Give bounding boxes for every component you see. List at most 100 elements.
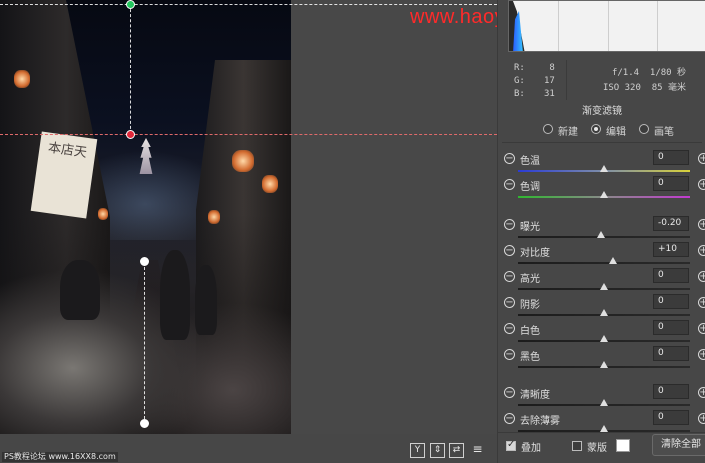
mode-edit-radio[interactable] xyxy=(591,124,601,134)
plus-icon[interactable]: + xyxy=(698,271,705,282)
gradient-start-line[interactable] xyxy=(0,4,497,5)
panel-footer: 叠加 蒙版 清除全部 xyxy=(498,432,705,463)
footer-credit: PS教程论坛 www.16XX8.com xyxy=(2,452,118,462)
camera-info: f/1.4 1/80 秒 ISO 320 85 毫米 xyxy=(603,66,686,96)
minus-icon[interactable]: − xyxy=(504,245,515,256)
mode-edit-label[interactable]: 编辑 xyxy=(606,123,626,138)
gradient-start-pin[interactable] xyxy=(126,0,135,9)
iso: ISO 320 xyxy=(602,83,641,93)
person xyxy=(160,250,190,340)
minus-icon[interactable]: − xyxy=(504,153,515,164)
plus-icon[interactable]: + xyxy=(698,323,705,334)
adjust-icon[interactable]: ≡ xyxy=(470,443,485,458)
slider-label: 高光 xyxy=(520,274,540,285)
slider-track[interactable] xyxy=(518,262,690,264)
plus-icon[interactable]: + xyxy=(698,297,705,308)
focal-length: 85 毫米 xyxy=(651,83,686,93)
minus-icon[interactable]: − xyxy=(504,219,515,230)
overlay-checkbox[interactable] xyxy=(506,439,516,451)
minus-icon[interactable]: − xyxy=(504,387,515,398)
slider-value-input[interactable]: 0 xyxy=(653,320,689,335)
slider-blacks: − 黑色 0 + xyxy=(498,346,705,372)
slider-thumb[interactable] xyxy=(600,425,608,432)
slider-value-input[interactable]: 0 xyxy=(653,294,689,309)
clear-all-button[interactable]: 清除全部 xyxy=(652,434,705,456)
histogram-fill xyxy=(509,1,705,51)
r-label: R: xyxy=(514,63,525,73)
mask-color-swatch[interactable] xyxy=(616,439,630,452)
slider-value-input[interactable]: -0.20 xyxy=(653,216,689,231)
y-icon[interactable]: Y xyxy=(410,443,425,458)
histogram-gridline xyxy=(608,1,609,51)
slider-exposure: − 曝光 -0.20 + xyxy=(498,216,705,242)
readout-divider xyxy=(566,60,567,100)
slider-thumb[interactable] xyxy=(600,361,608,368)
mask-label[interactable]: 蒙版 xyxy=(587,439,607,454)
slider-label: 去除薄雾 xyxy=(520,416,560,427)
minus-icon[interactable]: − xyxy=(504,297,515,308)
slider-clarity: − 清晰度 0 + xyxy=(498,384,705,410)
mode-brush-label[interactable]: 画笔 xyxy=(654,123,674,138)
slider-value-input[interactable]: 0 xyxy=(653,410,689,425)
slider-value-input[interactable]: +10 xyxy=(653,242,689,257)
minus-icon[interactable]: − xyxy=(504,349,515,360)
overlay-label[interactable]: 叠加 xyxy=(521,439,541,454)
flip-icon[interactable]: ⇕ xyxy=(430,443,445,458)
g-value: 17 xyxy=(544,76,555,86)
lantern xyxy=(262,175,278,193)
slider-label: 对比度 xyxy=(520,248,550,259)
slider-label: 色调 xyxy=(520,182,540,193)
gradient-center-line[interactable] xyxy=(130,4,131,134)
slider-value-input[interactable]: 0 xyxy=(653,268,689,283)
gradient-handle-pin[interactable] xyxy=(140,419,149,428)
slider-thumb[interactable] xyxy=(600,335,608,342)
b-label: B: xyxy=(514,89,525,99)
slider-highlights: − 高光 0 + xyxy=(498,268,705,294)
plus-icon[interactable]: + xyxy=(698,219,705,230)
r-value: 8 xyxy=(549,63,555,73)
slider-thumb[interactable] xyxy=(596,231,605,238)
panel-title: 渐变滤镜 xyxy=(582,106,622,117)
gradient-end-line[interactable] xyxy=(0,134,497,135)
slider-value-input[interactable]: 0 xyxy=(653,384,689,399)
slider-thumb[interactable] xyxy=(600,399,608,406)
plus-icon[interactable]: + xyxy=(698,413,705,424)
minus-icon[interactable]: − xyxy=(504,323,515,334)
gradient-end-pin[interactable] xyxy=(126,130,135,139)
minus-icon[interactable]: − xyxy=(504,271,515,282)
mode-brush-radio[interactable] xyxy=(639,124,649,134)
swap-icon[interactable]: ⇄ xyxy=(449,443,464,458)
mode-new-radio[interactable] xyxy=(543,124,553,134)
slider-thumb[interactable] xyxy=(600,191,608,198)
mask-checkbox[interactable] xyxy=(572,441,582,451)
plus-icon[interactable]: + xyxy=(698,245,705,256)
photo-preview[interactable]: 本店天 xyxy=(0,0,291,434)
plus-icon[interactable]: + xyxy=(698,153,705,164)
slider-thumb[interactable] xyxy=(600,309,608,316)
gradient-center-line[interactable] xyxy=(144,262,145,424)
gradient-handle-pin[interactable] xyxy=(140,257,149,266)
minus-icon[interactable]: − xyxy=(504,413,515,424)
divider xyxy=(502,142,702,143)
slider-thumb[interactable] xyxy=(608,257,617,264)
g-label: G: xyxy=(514,76,525,86)
slider-thumb[interactable] xyxy=(600,165,608,172)
histogram-gridline xyxy=(657,1,658,51)
histogram-gridline xyxy=(558,1,559,51)
slider-thumb[interactable] xyxy=(600,283,608,290)
plus-icon[interactable]: + xyxy=(698,387,705,398)
slider-value-input[interactable]: 0 xyxy=(653,176,689,191)
crowd xyxy=(0,214,291,434)
slider-label: 曝光 xyxy=(520,222,540,233)
histogram xyxy=(508,0,705,52)
slider-label: 清晰度 xyxy=(520,390,550,401)
slider-value-input[interactable]: 0 xyxy=(653,150,689,165)
minus-icon[interactable]: − xyxy=(504,179,515,190)
slider-tint: − 色调 0 + xyxy=(498,176,705,202)
shutter: 1/80 秒 xyxy=(649,68,686,78)
person xyxy=(195,265,217,335)
slider-value-input[interactable]: 0 xyxy=(653,346,689,361)
plus-icon[interactable]: + xyxy=(698,349,705,360)
plus-icon[interactable]: + xyxy=(698,179,705,190)
mode-new-label[interactable]: 新建 xyxy=(558,123,578,138)
